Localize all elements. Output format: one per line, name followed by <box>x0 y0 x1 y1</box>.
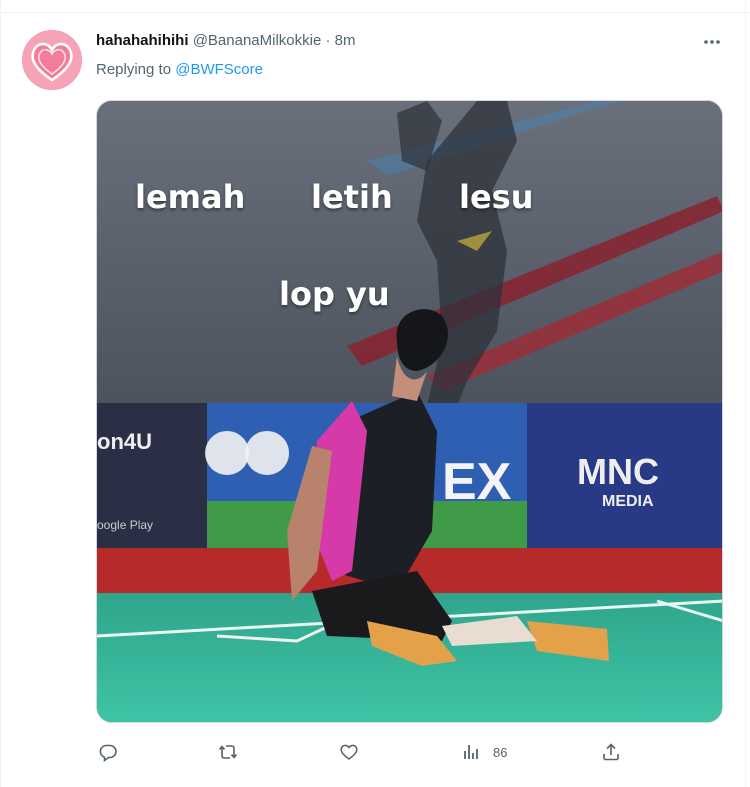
sponsor-text-5: oogle Play <box>97 518 153 532</box>
sponsor-text-3: MNC <box>577 451 659 492</box>
top-divider <box>0 12 750 13</box>
comment-icon <box>99 744 117 762</box>
reply-mention-link[interactable]: @BWFScore <box>175 61 263 78</box>
caption-lesu: lesu <box>459 178 534 216</box>
sponsor-text-1: on4U <box>97 429 152 454</box>
user-handle[interactable]: @BananaMilkokkie <box>193 32 322 49</box>
sponsor-text-4: MEDIA <box>602 493 654 510</box>
separator: · <box>325 32 331 49</box>
reply-button[interactable] <box>98 736 118 768</box>
retweet-button[interactable] <box>218 736 238 768</box>
views-button[interactable]: 86 <box>461 736 507 768</box>
reply-prefix: Replying to <box>96 61 172 78</box>
more-options-button[interactable] <box>698 28 726 56</box>
like-button[interactable] <box>339 736 359 768</box>
heart-icon <box>340 744 358 760</box>
caption-lemah: lemah <box>135 178 246 216</box>
retweet-icon <box>218 745 238 759</box>
more-icon <box>704 40 720 44</box>
tweet-media[interactable]: on4U EX MNC MEDIA oogle Play lemah letih… <box>96 100 723 723</box>
sponsor-text-2: EX <box>442 453 512 511</box>
display-name[interactable]: hahahahihihi <box>96 32 189 49</box>
analytics-icon <box>464 745 478 759</box>
share-button[interactable] <box>601 736 621 768</box>
caption-lop-yu: lop yu <box>279 275 390 313</box>
tweet-header: hahahahihihi @BananaMilkokkie · 8m <box>96 31 356 51</box>
caption-letih: letih <box>311 178 393 216</box>
replying-to: Replying to @BWFScore <box>96 60 263 80</box>
views-count: 86 <box>493 744 508 760</box>
timestamp[interactable]: 8m <box>335 32 356 49</box>
avatar[interactable] <box>22 30 82 90</box>
heart-avatar-icon <box>22 30 82 90</box>
share-icon <box>603 743 619 761</box>
tweet-actions: 86 <box>96 736 723 768</box>
